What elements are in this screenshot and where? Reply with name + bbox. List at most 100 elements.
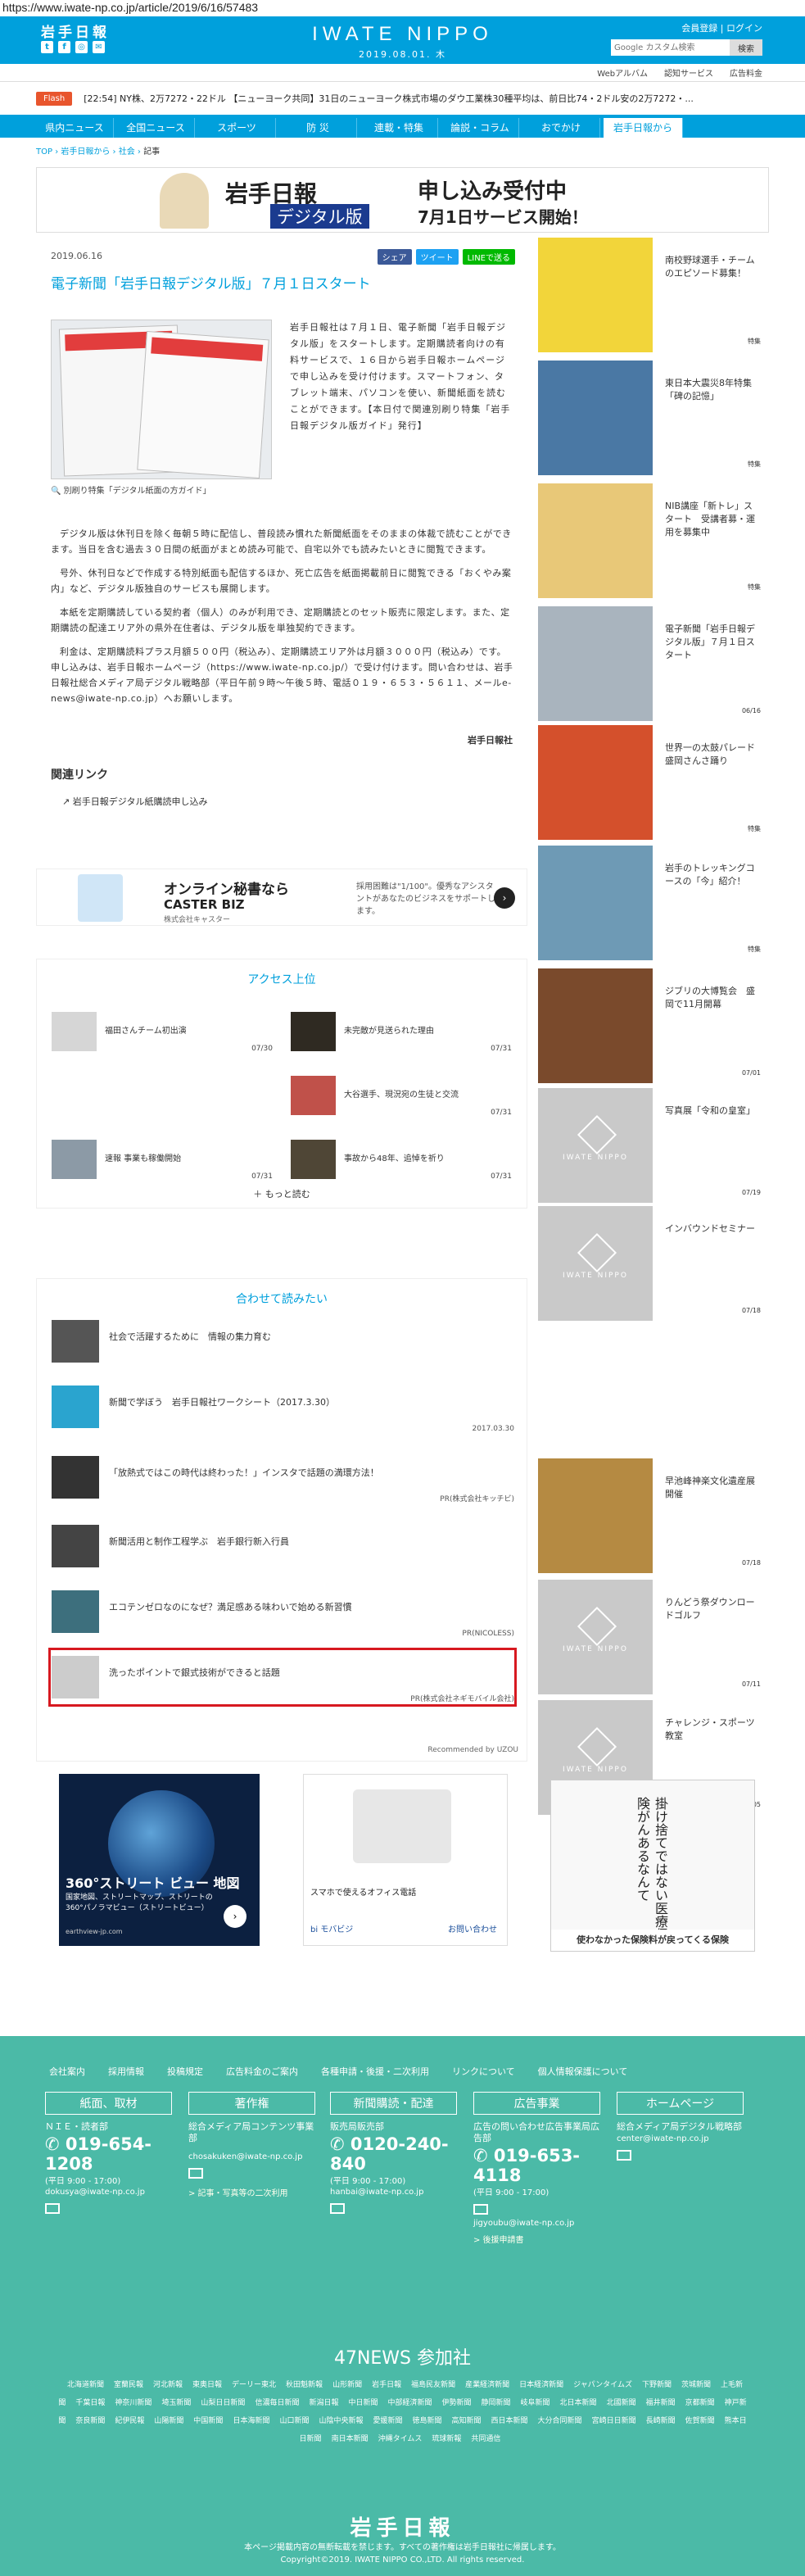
publisher-link[interactable]: 山梨日日新聞 [201, 2399, 245, 2407]
nav-item[interactable]: スポーツ [198, 118, 276, 138]
contact-tel[interactable]: ✆ 0120-240-840 [330, 2134, 457, 2174]
line-share-button[interactable]: LINEで送る [462, 249, 515, 265]
office-phone-ad[interactable]: スマホで使えるオフィス電話 bi モバビジ お問い合わせ [303, 1774, 508, 1946]
insurance-ad[interactable]: 掛け捨てではない医療保険がんあるなんて 使わなかった保険料が戻ってくる保険 [550, 1780, 755, 1952]
footer-link[interactable]: 広告料金のご案内 [226, 2065, 298, 2078]
publisher-link[interactable]: 山陽新聞 [154, 2417, 183, 2425]
recommended-item[interactable]: 新聞で学ぼう 岩手日報社ワークシート（2017.3.30） 2017.03.30 [52, 1386, 514, 1435]
envelope-icon[interactable] [45, 2203, 60, 2214]
footer-link[interactable]: リンクについて [452, 2065, 515, 2078]
publisher-link[interactable]: 茨城新聞 [681, 2381, 711, 2389]
publisher-link[interactable]: 中国新聞 [193, 2417, 223, 2425]
contact-mail[interactable]: dokusya@iwate-np.co.jp [45, 2188, 172, 2197]
publisher-link[interactable]: ジャパンタイムズ [573, 2381, 632, 2389]
publisher-link[interactable]: 埼玉新聞 [161, 2399, 191, 2407]
publisher-link[interactable]: 秋田魁新報 [286, 2381, 323, 2389]
tel-number[interactable]: 0120-240-840 [330, 2134, 449, 2174]
recommended-item[interactable]: 社会で活躍するために 情報の集力育む [52, 1320, 514, 1369]
publisher-link[interactable]: 西日本新聞 [491, 2417, 528, 2425]
caster-ad[interactable]: オンライン秘書なら CASTER BIZ 株式会社キャスター 採用困難は"1/1… [36, 868, 527, 926]
publisher-link[interactable]: 紀伊民報 [115, 2417, 144, 2425]
subnav-item[interactable]: Webアルバム [597, 66, 648, 79]
publisher-link[interactable]: 岩手日報 [372, 2381, 401, 2389]
publisher-link[interactable]: 福島民友新聞 [411, 2381, 455, 2389]
side-item[interactable]: 早池峰神楽文化遺産展開催 07/18 [538, 1458, 767, 1573]
contact-heading[interactable]: 著作権 [188, 2092, 315, 2115]
footer-link[interactable]: 採用情報 [108, 2065, 144, 2078]
footer-link[interactable]: 投稿規定 [167, 2065, 203, 2078]
side-item[interactable]: NIB講座「新トレ」スタート 受講者募・運用を募集中 特集 [538, 483, 767, 598]
publisher-link[interactable]: 岐阜新聞 [521, 2399, 550, 2407]
contact-tel[interactable]: ✆ 019-654-1208 [45, 2134, 172, 2174]
publisher-link[interactable]: 沖縄タイムス [378, 2435, 423, 2443]
nav-item[interactable]: 県内ニュース [36, 118, 114, 138]
side-item[interactable]: 岩手のトレッキングコースの「今」紹介！ 特集 [538, 846, 767, 960]
chevron-right-icon[interactable]: › [224, 1905, 246, 1928]
publisher-link[interactable]: 佐賀新聞 [685, 2417, 715, 2425]
publisher-link[interactable]: デーリー東北 [232, 2381, 276, 2389]
publisher-link[interactable]: 日本経済新聞 [519, 2381, 563, 2389]
footer-link[interactable]: 個人情報保護について [538, 2065, 628, 2078]
publisher-link[interactable]: 宮崎日日新聞 [592, 2417, 636, 2425]
url-bar[interactable]: https://www.iwate-np.co.jp/article/2019/… [0, 0, 805, 16]
publisher-link[interactable]: 共同通信 [471, 2435, 500, 2443]
nav-item-active[interactable]: 岩手日報から [604, 118, 683, 138]
related-link[interactable]: ↗ 岩手日報デジタル紙購読申し込み [62, 795, 208, 808]
contact-mail[interactable]: chosakuken@iwate-np.co.jp [188, 2152, 315, 2161]
crumb-section[interactable]: 岩手日報から [61, 147, 110, 156]
twitter-share-button[interactable]: ツイート [415, 249, 459, 265]
publisher-link[interactable]: 北國新聞 [607, 2399, 636, 2407]
more-button[interactable]: ＋ もっと読む [37, 1187, 527, 1200]
member-links[interactable]: 会員登録 | ログイン [681, 21, 762, 34]
recommended-item[interactable]: 新聞活用と制作工程学ぶ 岩手銀行新入行員 [52, 1525, 514, 1574]
powered-by[interactable]: Recommended by UZOU [427, 1746, 518, 1754]
footer-logo[interactable]: 岩手日報 [0, 2511, 805, 2542]
publisher-link[interactable]: 南日本新聞 [332, 2435, 369, 2443]
ranking-item[interactable]: 事故から48年、追悼を祈り 07/31 [291, 1140, 512, 1181]
publisher-link[interactable]: 千葉日報 [75, 2399, 105, 2407]
publisher-link[interactable]: 室蘭民報 [114, 2381, 143, 2389]
envelope-icon[interactable] [330, 2203, 345, 2214]
side-item[interactable]: 東日本大震災8年特集「碑の記憶」 特集 [538, 361, 767, 475]
nav-item[interactable]: 論説・コラム [441, 118, 519, 138]
search-button[interactable]: 検索 [730, 39, 762, 56]
side-item[interactable]: ジブリの大博覧会 盛岡で11月開幕 07/01 [538, 968, 767, 1083]
publisher-link[interactable]: 琉球新報 [432, 2435, 461, 2443]
contact-mail[interactable]: hanbai@iwate-np.co.jp [330, 2188, 457, 2197]
envelope-icon[interactable] [473, 2204, 488, 2215]
contact-link[interactable]: > 後援申請書 [473, 2233, 600, 2245]
ranking-item[interactable]: 速報 事業も稼働開始 07/31 [52, 1140, 273, 1181]
publisher-link[interactable]: 神奈川新聞 [115, 2399, 152, 2407]
crumb-top[interactable]: TOP [36, 147, 52, 156]
contact-mail[interactable]: jigyoubu@iwate-np.co.jp [473, 2219, 600, 2228]
subnav-item[interactable]: 広告料金 [730, 66, 762, 79]
contact-tel[interactable]: ✆ 019-653-4118 [473, 2146, 600, 2185]
ranking-item[interactable]: 大谷選手、現況宛の生徒と交流 07/31 [291, 1076, 512, 1117]
nav-item[interactable]: 防 災 [279, 118, 357, 138]
tel-number[interactable]: 019-654-1208 [45, 2134, 152, 2174]
publisher-link[interactable]: 北日本新聞 [560, 2399, 597, 2407]
publisher-link[interactable]: 新潟日報 [309, 2399, 338, 2407]
publisher-link[interactable]: 産業経済新聞 [465, 2381, 509, 2389]
publisher-link[interactable]: 福井新聞 [646, 2399, 676, 2407]
flash-text[interactable]: [22:54] NY株、2万7272・22ドル 【ニューヨーク共同】31日のニュ… [84, 92, 788, 105]
publisher-link[interactable]: 愛媛新聞 [373, 2417, 402, 2425]
ranking-item[interactable]: 未完敵が見送られた理由 07/31 [291, 1012, 512, 1053]
publisher-link[interactable]: 北海道新聞 [67, 2381, 104, 2389]
subnav-item[interactable]: 認知サービス [664, 66, 713, 79]
publisher-link[interactable]: 静岡新聞 [482, 2399, 511, 2407]
publisher-link[interactable]: 徳島新聞 [413, 2417, 442, 2425]
contact-link[interactable]: お問い合わせ [448, 1922, 497, 1934]
contact-mail[interactable]: center@iwate-np.co.jp [617, 2134, 744, 2143]
publisher-link[interactable]: 大分合同新聞 [538, 2417, 582, 2425]
publisher-link[interactable]: 日本海新聞 [233, 2417, 269, 2425]
streetview-ad[interactable]: 360°ストリート ビュー 地図 国家地図、ストリートマップ、ストリートの360… [59, 1774, 260, 1946]
publisher-link[interactable]: 河北新報 [153, 2381, 183, 2389]
nav-item[interactable]: 全国ニュース [117, 118, 195, 138]
publisher-link[interactable]: 信濃毎日新聞 [255, 2399, 299, 2407]
chevron-right-icon[interactable]: › [494, 887, 515, 909]
footer-link[interactable]: 各種申請・後援・二次利用 [321, 2065, 429, 2078]
publisher-link[interactable]: 中日新聞 [348, 2399, 378, 2407]
contact-heading[interactable]: 新聞購読・配達 [330, 2092, 457, 2115]
nav-item[interactable]: 連載・特集 [360, 118, 438, 138]
